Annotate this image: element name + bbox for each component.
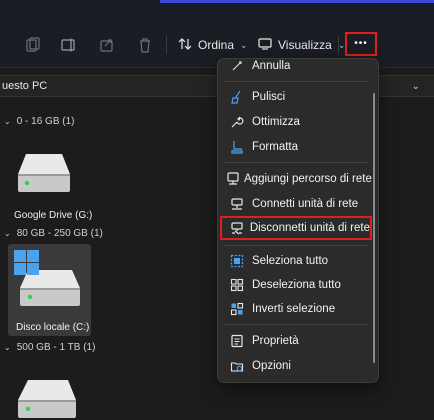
- menu-divider: [224, 324, 368, 325]
- menu-item-map-network-drive[interactable]: Connetti unità di rete: [220, 192, 370, 216]
- invert-selection-icon: [226, 301, 248, 317]
- view-button[interactable]: Visualizza ⌄: [258, 33, 345, 57]
- menu-divider: [224, 81, 368, 82]
- drive-name: Disco locale (C:): [16, 322, 90, 333]
- drive-tile[interactable]: [16, 152, 72, 199]
- map-network-drive-icon: [226, 196, 248, 212]
- menu-item-select-all[interactable]: Seleziona tutto: [220, 249, 370, 273]
- copy-icon[interactable]: [24, 36, 42, 54]
- toolbar-divider: [166, 36, 167, 54]
- add-network-location-icon: [226, 171, 240, 187]
- group-label: 500 GB - 1 TB (1): [16, 342, 96, 353]
- sort-button[interactable]: Ordina ⌄: [178, 33, 248, 57]
- title-accent: [160, 0, 434, 3]
- menu-divider: [224, 245, 368, 246]
- group-label: 80 GB - 250 GB (1): [16, 228, 103, 239]
- select-all-icon: [226, 253, 248, 269]
- menu-item-cleanup[interactable]: Pulisci: [220, 85, 370, 109]
- drive-tile[interactable]: [16, 378, 78, 420]
- select-none-icon: [226, 277, 248, 293]
- menu-item-select-none[interactable]: Deseleziona tutto: [220, 273, 370, 297]
- menu-item-format[interactable]: Formatta: [220, 135, 370, 159]
- group-header[interactable]: ⌄ 500 GB - 1 TB (1): [4, 342, 95, 353]
- menu-item-label: Proprietà: [252, 335, 299, 347]
- share-icon[interactable]: [98, 36, 116, 54]
- menu-item-label: Inverti selezione: [252, 303, 336, 315]
- view-icon: [258, 37, 272, 53]
- menu-item-label: Pulisci: [252, 91, 286, 103]
- chevron-down-icon: ⌄: [240, 39, 248, 50]
- menu-item-label: Seleziona tutto: [252, 255, 329, 267]
- windows-logo-icon: [14, 250, 40, 281]
- rename-icon[interactable]: [60, 36, 78, 54]
- menu-item-undo[interactable]: Annulla: [220, 59, 370, 78]
- hard-drive-icon: [16, 270, 82, 312]
- menu-item-label: Opzioni: [252, 360, 291, 372]
- group-header[interactable]: ⌄ 0 - 16 GB (1): [4, 116, 75, 127]
- menu-item-label: Formatta: [252, 141, 299, 153]
- delete-icon[interactable]: [136, 36, 154, 54]
- menu-item-label: Disconnetti unità di rete: [249, 222, 370, 234]
- hard-drive-icon: [16, 154, 72, 198]
- format-drive-icon: [226, 139, 248, 155]
- menu-item-label: Deseleziona tutto: [252, 279, 341, 291]
- title-strip: [0, 0, 434, 22]
- chevron-down-icon[interactable]: ⌄: [412, 76, 420, 97]
- menu-item-disconnect-network-drive[interactable]: Disconnetti unità di rete: [220, 216, 372, 240]
- more-icon: •••: [354, 38, 368, 49]
- hard-drive-icon: [16, 380, 78, 420]
- options-icon: [226, 358, 248, 374]
- sort-icon: [178, 37, 192, 54]
- chevron-down-icon: ⌄: [4, 117, 11, 126]
- menu-item-properties[interactable]: Proprietà: [220, 329, 370, 353]
- view-label: Visualizza: [278, 38, 332, 52]
- menu-divider: [224, 162, 368, 163]
- toolbar-divider: [338, 36, 339, 54]
- wrench-icon: [226, 114, 248, 130]
- more-options-button[interactable]: •••: [345, 32, 377, 56]
- chevron-down-icon: ⌄: [4, 343, 11, 352]
- menu-item-label: Annulla: [252, 60, 291, 72]
- menu-item-label: Ottimizza: [252, 116, 300, 128]
- group-header[interactable]: ⌄ 80 GB - 250 GB (1): [4, 228, 103, 239]
- menu-item-label: Connetti unità di rete: [252, 198, 359, 210]
- broom-icon: [226, 89, 248, 105]
- properties-icon: [226, 333, 248, 349]
- more-options-menu: Annulla Pulisci Ottimizza Formatta Aggiu…: [217, 58, 379, 383]
- undo-icon: [226, 59, 248, 74]
- sort-label: Ordina: [198, 38, 235, 52]
- drive-name: Google Drive (G:): [14, 210, 93, 221]
- menu-item-add-network-location[interactable]: Aggiungi percorso di rete: [220, 167, 372, 191]
- location-text: uesto PC: [2, 80, 48, 92]
- menu-scrollbar[interactable]: [373, 93, 375, 363]
- menu-item-options[interactable]: Opzioni: [220, 354, 370, 378]
- group-label: 0 - 16 GB (1): [16, 116, 75, 127]
- chevron-down-icon: ⌄: [4, 229, 11, 238]
- disconnect-network-drive-icon: [228, 220, 246, 236]
- menu-item-label: Aggiungi percorso di rete: [244, 173, 372, 185]
- menu-item-optimize[interactable]: Ottimizza: [220, 110, 370, 134]
- menu-item-invert-selection[interactable]: Inverti selezione: [220, 297, 370, 321]
